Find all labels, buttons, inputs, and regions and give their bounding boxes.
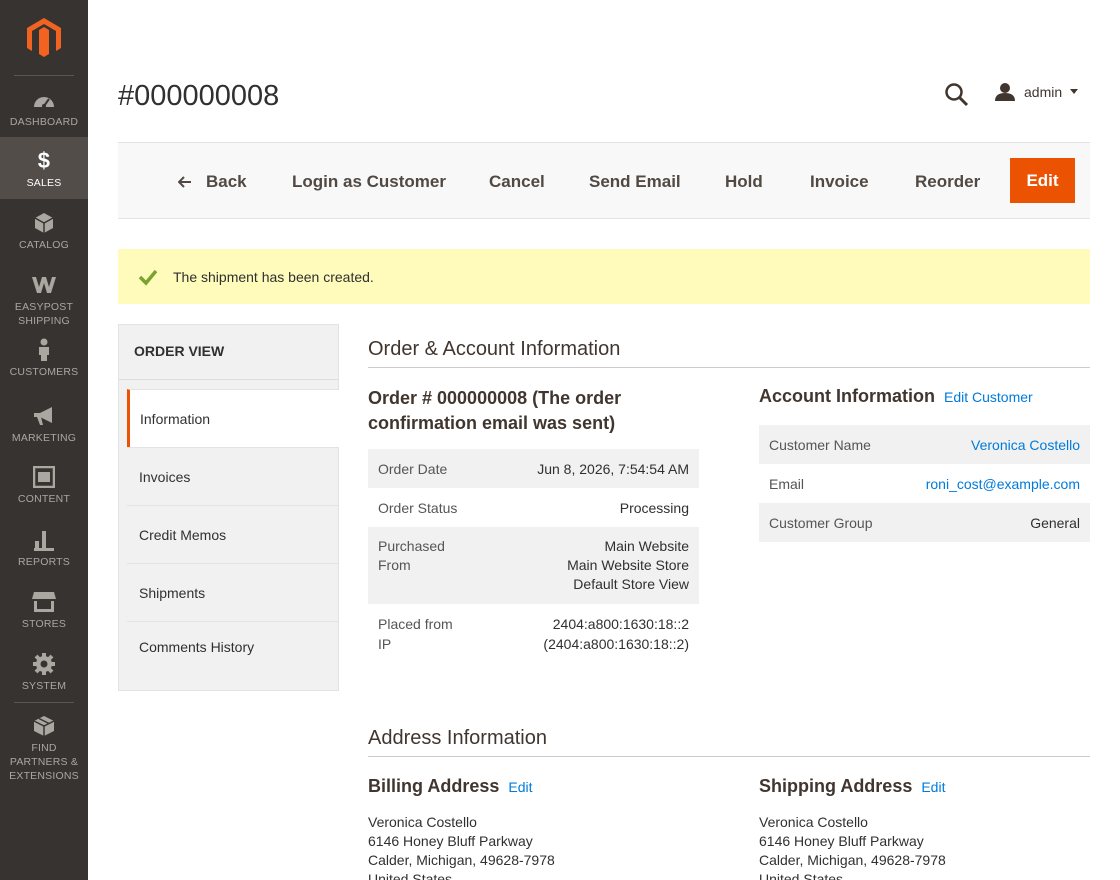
shipping-address-title: Shipping Address Edit: [759, 776, 946, 796]
tab-information[interactable]: Information: [127, 389, 339, 447]
tab-invoices[interactable]: Invoices: [127, 447, 339, 505]
store-icon: [0, 590, 88, 614]
customer-group-row: Customer Group General: [759, 503, 1090, 542]
search-icon: [945, 83, 969, 107]
tab-shipments[interactable]: Shipments: [127, 563, 339, 621]
customer-name-link[interactable]: Veronica Costello: [971, 437, 1080, 453]
tab-comments-history[interactable]: Comments History: [127, 621, 339, 671]
account-info-title: Account Information Edit Customer: [759, 386, 1033, 406]
placed-from-ip-row: Placed from IP 2404:a800:1630:18::2 (240…: [378, 616, 689, 652]
person-icon: [0, 338, 88, 362]
nav-sales[interactable]: $ SALES: [0, 137, 88, 199]
billing-address: Veronica Costello 6146 Honey Bluff Parkw…: [368, 814, 555, 880]
dollar-icon: $: [37, 148, 51, 173]
nav-reports[interactable]: REPORTS: [0, 528, 88, 576]
magento-logo-icon: [27, 18, 61, 57]
edit-customer-link[interactable]: Edit Customer: [944, 389, 1033, 405]
billing-address-title: Billing Address Edit: [368, 776, 533, 796]
invoice-button[interactable]: Invoice: [810, 172, 869, 192]
customer-email-link[interactable]: roni_cost@example.com: [926, 476, 1080, 492]
address-info-heading: Address Information: [368, 727, 1090, 757]
tab-credit-memos[interactable]: Credit Memos: [127, 505, 339, 563]
cubes-icon: [0, 714, 88, 738]
login-as-customer-button[interactable]: Login as Customer: [292, 172, 446, 192]
customer-email-row: Email roni_cost@example.com: [769, 475, 1080, 492]
nav-dashboard[interactable]: DASHBOARD: [0, 88, 88, 136]
megaphone-icon: [0, 404, 88, 428]
success-message-text: The shipment has been created.: [173, 268, 374, 285]
order-date-row: Order Date Jun 8, 2026, 7:54:54 AM: [368, 449, 699, 488]
back-button[interactable]: Back: [178, 172, 247, 192]
reorder-button[interactable]: Reorder: [915, 172, 980, 192]
edit-order-button[interactable]: Edit: [1010, 158, 1075, 203]
nav-easypost-shipping[interactable]: EASYPOST SHIPPING: [0, 273, 88, 327]
nav-customers[interactable]: CUSTOMERS: [0, 338, 88, 386]
nav-find-partners[interactable]: FIND PARTNERS & EXTENSIONS: [0, 714, 88, 782]
edit-billing-address-link[interactable]: Edit: [508, 779, 532, 795]
order-number-title: Order # 000000008 (The order confirmatio…: [368, 388, 622, 433]
layout-icon: [0, 465, 88, 489]
nav-marketing[interactable]: MARKETING: [0, 404, 88, 452]
purchased-from-row: Purchased From Main Website Main Website…: [368, 527, 699, 604]
user-icon: [995, 83, 1015, 101]
order-account-heading: Order & Account Information: [368, 338, 1090, 368]
box-icon: [0, 211, 88, 235]
order-status-row: Order Status Processing: [378, 499, 689, 516]
page-title: #000000008: [118, 80, 280, 112]
order-view-tabs: ORDER VIEW Information Invoices Credit M…: [118, 324, 339, 691]
page-actions-toolbar: Back Login as Customer Cancel Send Email…: [118, 142, 1090, 219]
check-icon: [138, 269, 158, 286]
nav-system[interactable]: SYSTEM: [0, 652, 88, 700]
success-message: The shipment has been created.: [118, 249, 1090, 304]
admin-user-menu[interactable]: admin: [994, 82, 1079, 102]
arrow-left-icon: [178, 176, 191, 188]
nav-catalog[interactable]: CATALOG: [0, 211, 88, 259]
nav-divider: [14, 702, 74, 703]
admin-sidebar: DASHBOARD $ SALES CATALOG EASYPOST SHIPP…: [0, 0, 88, 880]
send-email-button[interactable]: Send Email: [589, 172, 681, 192]
caret-down-icon: [1070, 89, 1079, 94]
tabs-title: ORDER VIEW: [134, 343, 225, 359]
dashboard-icon: [0, 88, 88, 112]
nav-stores[interactable]: STORES: [0, 590, 88, 638]
customer-name-row: Customer Name Veronica Costello: [759, 425, 1090, 464]
shipping-address: Veronica Costello 6146 Honey Bluff Parkw…: [759, 814, 946, 880]
bar-chart-icon: [0, 528, 88, 552]
edit-shipping-address-link[interactable]: Edit: [921, 779, 945, 795]
tabs-divider: [119, 379, 338, 380]
global-search-button[interactable]: [944, 82, 970, 108]
magento-logo[interactable]: [0, 0, 88, 76]
cancel-order-button[interactable]: Cancel: [489, 172, 545, 192]
hold-button[interactable]: Hold: [725, 172, 763, 192]
logo-divider: [14, 75, 74, 76]
easypost-icon: [0, 273, 88, 297]
gear-icon: [0, 652, 88, 676]
admin-username: admin: [1024, 84, 1063, 100]
nav-content[interactable]: CONTENT: [0, 465, 88, 513]
